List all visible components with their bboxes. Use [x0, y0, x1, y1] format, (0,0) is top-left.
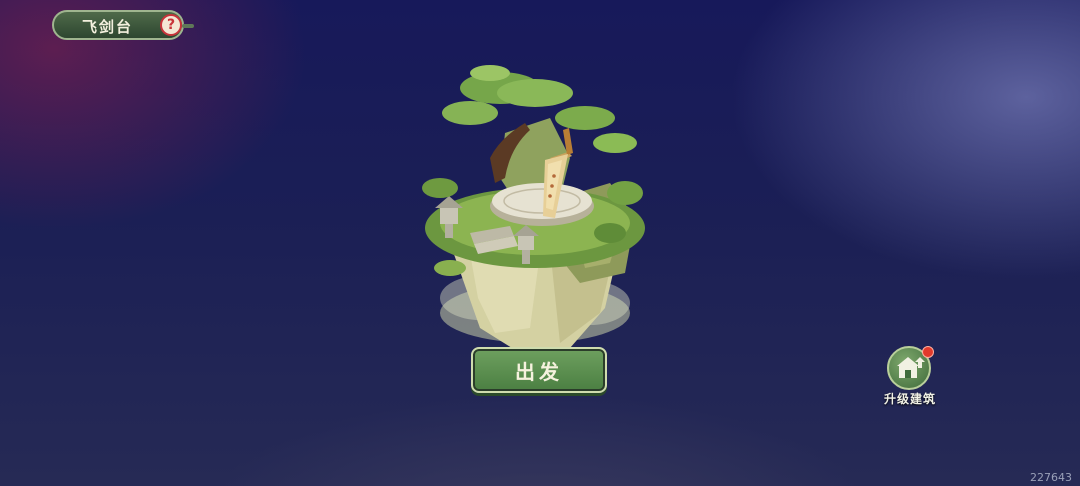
sword-altar-island: [422, 65, 645, 353]
upgrade-building-label: 升级建筑: [883, 392, 936, 406]
depart-button[interactable]: 出发: [471, 347, 607, 393]
user-id: 227643: [1030, 471, 1072, 484]
help-glyph: ?: [166, 17, 176, 33]
depart-button-label: 出发: [515, 359, 563, 384]
building-title-bar: 飞剑台 ?: [52, 10, 194, 40]
notification-dot: [922, 346, 934, 358]
page-title: 飞剑台: [82, 18, 134, 36]
question-mark-icon[interactable]: ?: [160, 14, 182, 36]
